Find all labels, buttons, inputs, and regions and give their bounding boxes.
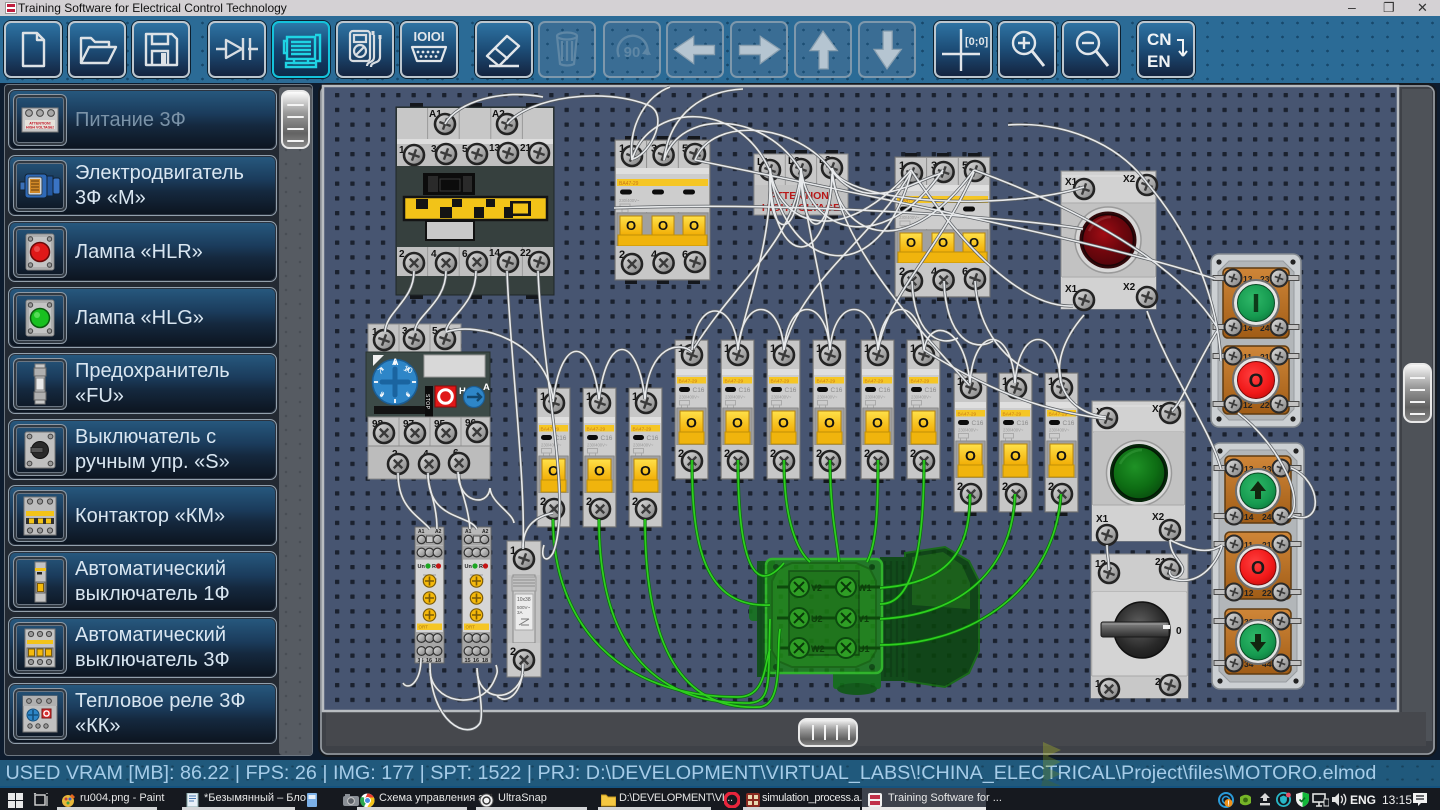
svg-text:90: 90 [624,44,641,61]
svg-text:V1: V1 [858,614,869,624]
svg-text:IOIOI: IOIOI [413,29,444,44]
svg-text:HIGH VOLTAGE!: HIGH VOLTAGE! [26,126,54,130]
svg-text:V2: V2 [811,583,822,593]
svg-text:W2: W2 [811,644,825,654]
svg-text:X2: X2 [1123,282,1136,293]
svg-text:EN: EN [1147,52,1171,71]
svg-text:U1: U1 [858,644,870,654]
svg-text:A: A [392,357,399,367]
svg-text:10x38: 10x38 [517,597,531,603]
svg-text:24: 24 [1262,512,1272,522]
svg-text:U2: U2 [811,614,823,624]
svg-text:!: ! [1227,801,1229,808]
svg-text:X2: X2 [1123,174,1136,185]
svg-text:W1: W1 [858,583,872,593]
svg-text:O: O [1249,371,1264,392]
svg-text:3A: 3A [517,610,523,615]
svg-text:0: 0 [1176,626,1182,637]
svg-text:CN: CN [1147,30,1172,49]
svg-text:O: O [1251,558,1265,578]
svg-text:A: A [483,382,490,393]
svg-text:12: 12 [1244,588,1254,598]
svg-text:[0;0]: [0;0] [965,36,989,48]
svg-text:X1: X1 [1096,514,1109,525]
svg-text:22: 22 [1262,588,1272,598]
svg-text:14: 14 [1244,512,1254,522]
